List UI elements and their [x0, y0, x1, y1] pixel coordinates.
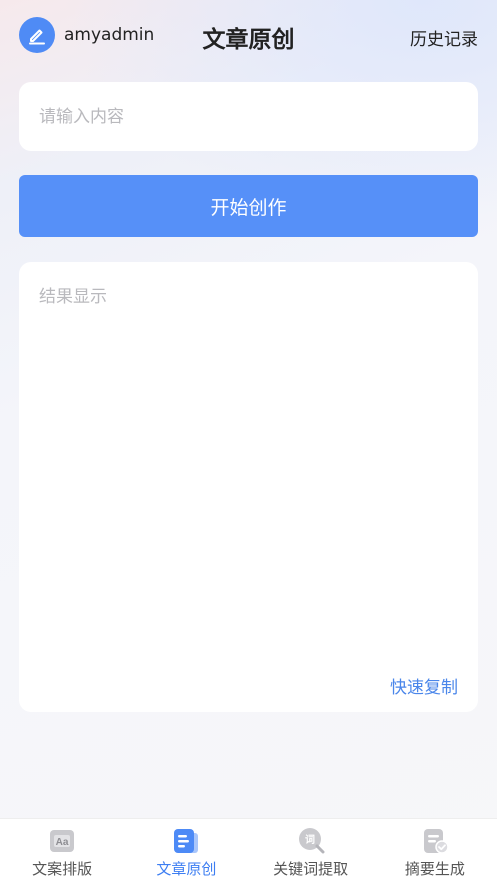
- document-icon: [174, 829, 199, 853]
- text-format-icon: Aa: [50, 830, 75, 852]
- tab-label: 文章原创: [156, 860, 217, 878]
- result-card: 结果显示 快速复制: [19, 262, 478, 712]
- keyword-search-icon: 词: [298, 828, 325, 854]
- bottom-tab-bar: Aa 文案排版 文章原创 词 关键词提取 摘要生成: [0, 818, 497, 883]
- result-placeholder: 结果显示: [39, 287, 107, 307]
- tab-article-original[interactable]: 文章原创: [124, 819, 248, 883]
- content-input[interactable]: [19, 82, 478, 151]
- tab-label: 摘要生成: [404, 860, 465, 878]
- start-create-button[interactable]: 开始创作: [19, 175, 478, 237]
- tab-summary-generate[interactable]: 摘要生成: [373, 819, 497, 883]
- svg-text:词: 词: [305, 833, 315, 846]
- history-link[interactable]: 历史记录: [410, 25, 478, 50]
- tab-text-format[interactable]: Aa 文案排版: [0, 819, 124, 883]
- input-card: [19, 82, 478, 151]
- tab-label: 文案排版: [32, 860, 93, 878]
- top-header: amyadmin 文章原创 历史记录: [0, 0, 497, 72]
- summary-check-icon: [423, 829, 449, 854]
- tab-keyword-extract[interactable]: 词 关键词提取: [249, 819, 373, 883]
- tab-label: 关键词提取: [273, 860, 349, 878]
- svg-text:Aa: Aa: [56, 837, 69, 848]
- quick-copy-link[interactable]: 快速复制: [390, 673, 458, 698]
